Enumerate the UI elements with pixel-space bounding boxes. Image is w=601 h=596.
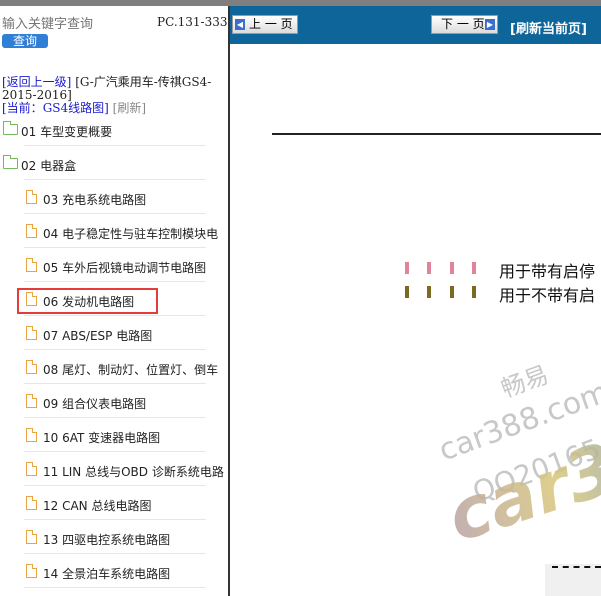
tree-item-label: 05 车外后视镜电动调节电路图 [43,261,207,275]
row-divider [24,145,206,146]
row-divider [24,485,206,486]
legend-dash [405,262,409,274]
file-item[interactable]: 05 车外后视镜电动调节电路图 [0,250,228,284]
chapter-tree: 01 车型变更概要 02 电器盒 03 充电系统电路图 04 电子稳定性与驻车控制模块… [0,114,228,590]
search-button[interactable]: 查询 [2,34,48,48]
next-page-button[interactable]: 下 一 页 ▶ [431,15,498,34]
file-item[interactable]: 07 ABS/ESP 电路图 [0,318,228,352]
arrow-right-icon: ▶ [485,19,495,30]
arrow-left-icon: ◀ [235,19,245,30]
file-item[interactable]: 13 四驱电控系统电路图 [0,522,228,556]
row-divider [24,417,206,418]
legend-text: 用于带有启停 [499,262,596,281]
tree-item-label: 04 电子稳定性与驻车控制模块电 [43,227,219,241]
legend-dash [427,286,431,298]
legend-text: 用于不带有启 [499,286,596,305]
document-icon [26,530,37,544]
row-divider [24,349,206,350]
row-divider [24,179,206,180]
file-item[interactable]: 10 6AT 变速器电路图 [0,420,228,454]
row-divider [24,247,206,248]
file-item[interactable]: 11 LIN 总线与OBD 诊断系统电路 [0,454,228,488]
document-icon [26,224,37,238]
file-item[interactable]: 14 全景泊车系统电路图 [0,556,228,590]
right-pane: ◀ 上 一 页 下 一 页 ▶ [刷新当前页] 用于带有启停 用于不带有启 畅易… [230,6,601,596]
tree-item-label: 09 组合仪表电路图 [43,397,147,411]
diagram-page: 用于带有启停 用于不带有启 畅易 car388.com QQ20165 car3… [230,44,601,596]
tree-item-label: 14 全景泊车系统电路图 [43,567,171,581]
folder-icon [3,155,18,169]
tree-item-label: 03 充电系统电路图 [43,193,147,207]
tree-item-label: 02 电器盒 [21,159,77,173]
tree-item-label: 10 6AT 变速器电路图 [43,431,161,445]
next-page-label: 下 一 页 [441,17,485,31]
legend-dash [427,262,431,274]
row-divider [24,383,206,384]
document-icon [26,496,37,510]
selection-highlight [17,288,158,314]
row-divider [24,519,206,520]
document-icon [26,326,37,340]
search-input[interactable] [0,16,154,32]
document-icon [26,190,37,204]
legend-dash [472,262,476,274]
legend-dash [472,286,476,298]
left-pane: 查询 PC.131-3337 [返回上一级] [G-广汽乘用车-传祺GS4-20… [0,6,228,596]
diagram-dashed-line [552,566,601,568]
legend-dash [450,286,454,298]
folder-item[interactable]: 01 车型变更概要 [0,114,228,148]
file-item[interactable]: 03 充电系统电路图 [0,182,228,216]
document-icon [26,564,37,578]
breadcrumb: [返回上一级] [G-广汽乘用车-传祺GS4-2015-2016] [当前：GS… [2,76,226,115]
legend-dash [450,262,454,274]
file-item[interactable]: 04 电子稳定性与驻车控制模块电 [0,216,228,250]
document-icon [26,360,37,374]
folder-icon [3,121,18,135]
back-link[interactable]: [返回上一级] [2,75,71,89]
legend-dash [405,286,409,298]
tree-item-label: 08 尾灯、制动灯、位置灯、倒车 [43,363,219,377]
row-divider [24,553,206,554]
current-value: GS4线路图] [42,101,109,115]
diagram-rule [272,133,601,135]
prev-page-button[interactable]: ◀ 上 一 页 [232,15,298,34]
document-icon [26,394,37,408]
refresh-link[interactable]: [刷新] [113,101,146,115]
tree-item-label: 12 CAN 总线电路图 [43,499,152,513]
file-item[interactable]: 09 组合仪表电路图 [0,386,228,420]
prev-page-label: 上 一 页 [249,17,293,31]
file-item[interactable]: 12 CAN 总线电路图 [0,488,228,522]
row-divider [24,587,206,588]
current-label: [当前： [2,101,43,115]
tree-item-label: 13 四驱电控系统电路图 [43,533,171,547]
diagram-fragment [545,564,601,596]
tree-item-label: 07 ABS/ESP 电路图 [43,329,153,343]
folder-item[interactable]: 02 电器盒 [0,148,228,182]
row-divider [24,315,206,316]
document-icon [26,258,37,272]
document-icon [26,462,37,476]
file-item[interactable]: 08 尾灯、制动灯、位置灯、倒车 [0,352,228,386]
tree-item-label: 11 LIN 总线与OBD 诊断系统电路 [43,465,224,479]
document-icon [26,428,37,442]
tree-item-label: 01 车型变更概要 [21,125,113,139]
row-divider [24,213,206,214]
pc-code: PC.131-3337 [157,15,228,29]
nav-bar: ◀ 上 一 页 下 一 页 ▶ [刷新当前页] [230,6,601,44]
refresh-page-link[interactable]: [刷新当前页] [510,18,587,37]
row-divider [24,281,206,282]
row-divider [24,451,206,452]
